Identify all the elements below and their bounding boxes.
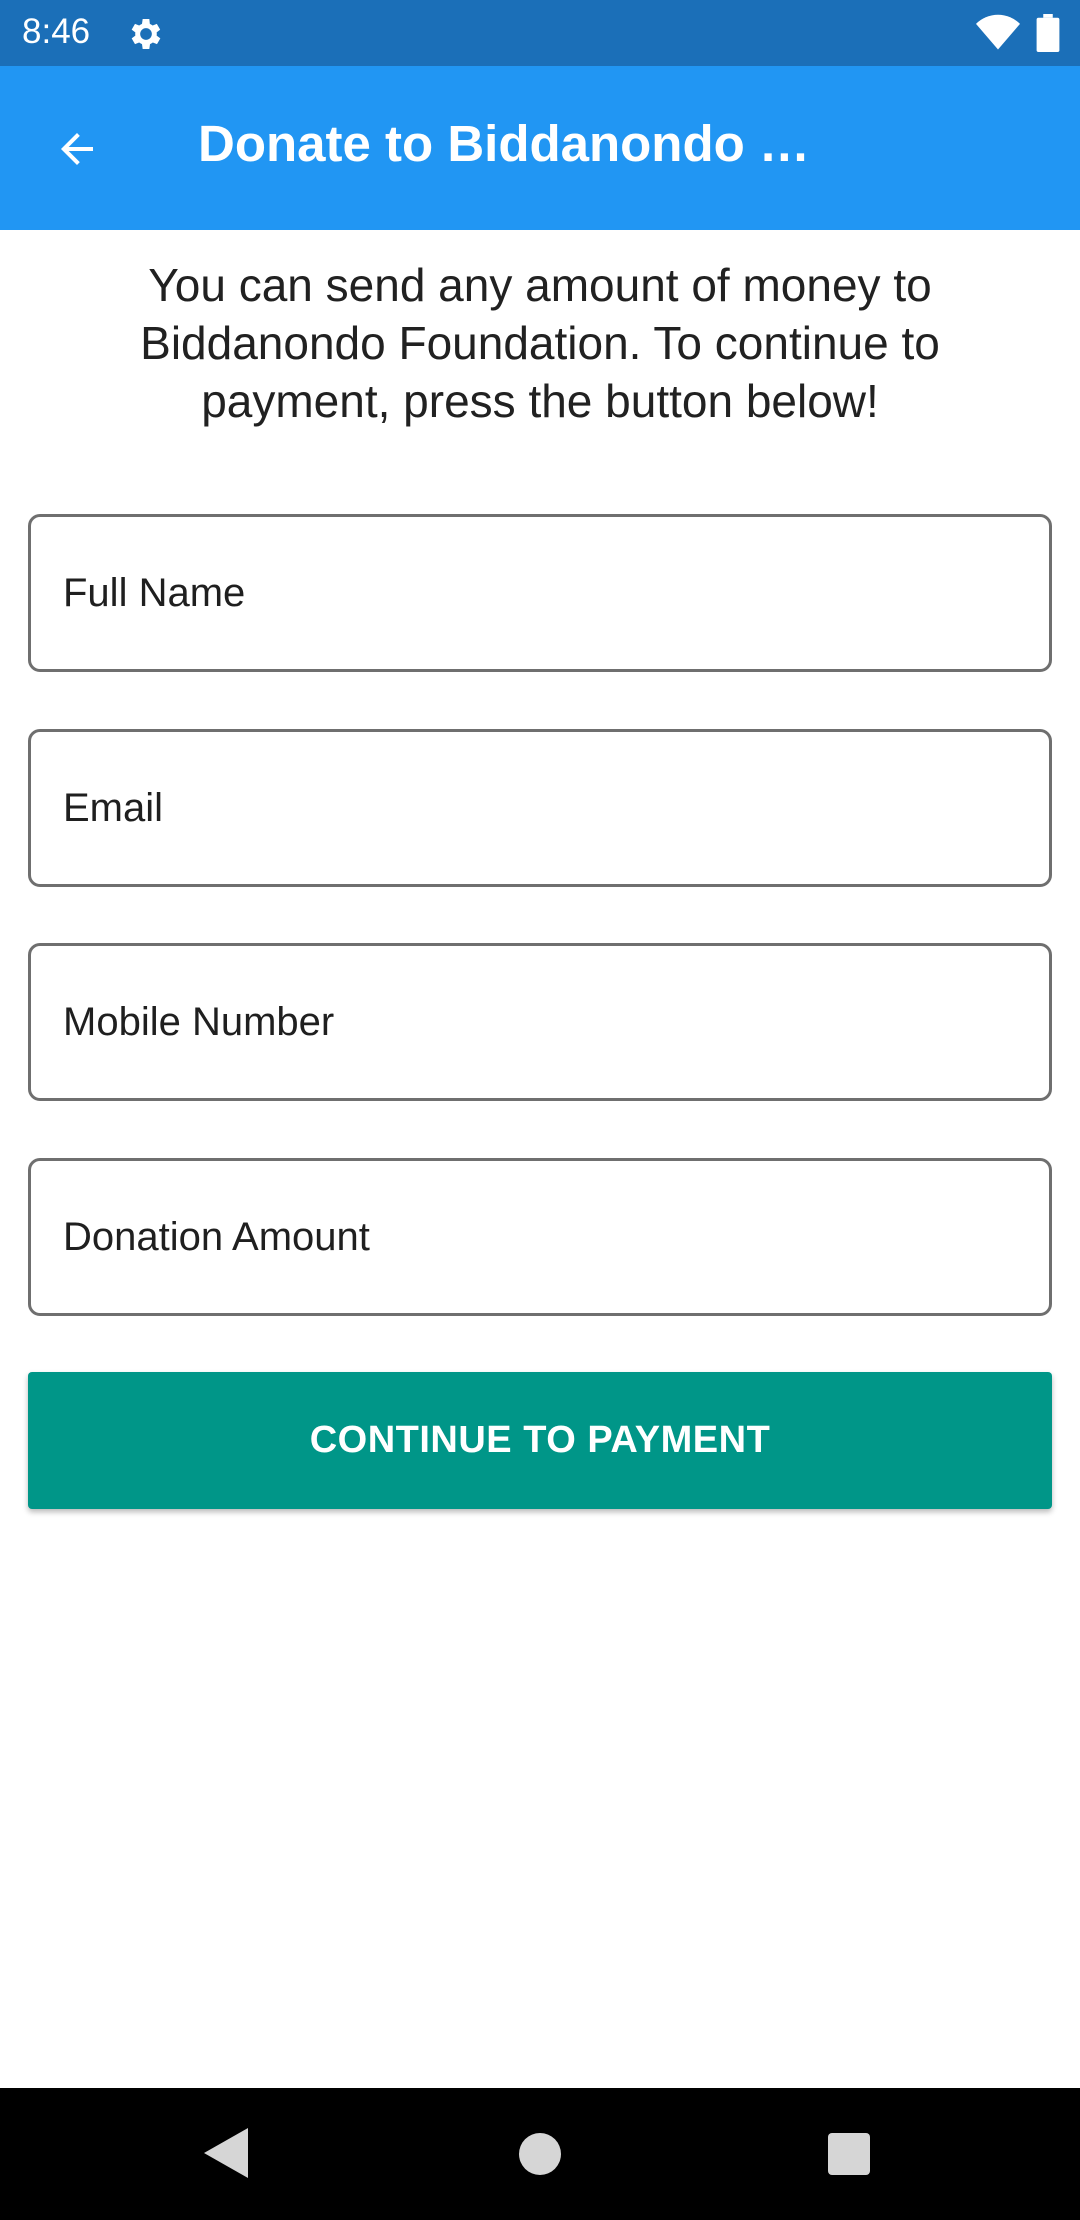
status-bar: 8:46 [0,0,1080,66]
page-title: Donate to Biddanondo … [198,115,810,172]
gear-icon [131,19,161,49]
email-label: Email [63,785,164,830]
back-button[interactable] [40,112,114,186]
nav-recents-icon[interactable] [828,2133,870,2175]
email-field[interactable]: Email [28,729,1052,887]
nav-home-icon[interactable] [519,2133,561,2175]
donation-amount-field[interactable]: Donation Amount [28,1158,1052,1316]
full-name-field[interactable]: Full Name [28,514,1052,672]
mobile-number-field[interactable]: Mobile Number [28,943,1052,1101]
arrow-back-icon [61,133,93,165]
app-bar: Donate to Biddanondo … [0,66,1080,230]
donation-amount-label: Donation Amount [63,1214,370,1259]
status-time: 8:46 [22,12,91,51]
nav-back-icon[interactable] [204,2128,248,2178]
continue-to-payment-button[interactable]: CONTINUE TO PAYMENT [28,1372,1052,1509]
intro-text: You can send any amount of money to Bidd… [140,259,940,427]
full-name-label: Full Name [63,570,246,615]
navigation-bar [0,2088,1080,2220]
battery-icon [1036,14,1060,52]
mobile-number-label: Mobile Number [63,999,335,1044]
wifi-icon [976,14,1020,50]
